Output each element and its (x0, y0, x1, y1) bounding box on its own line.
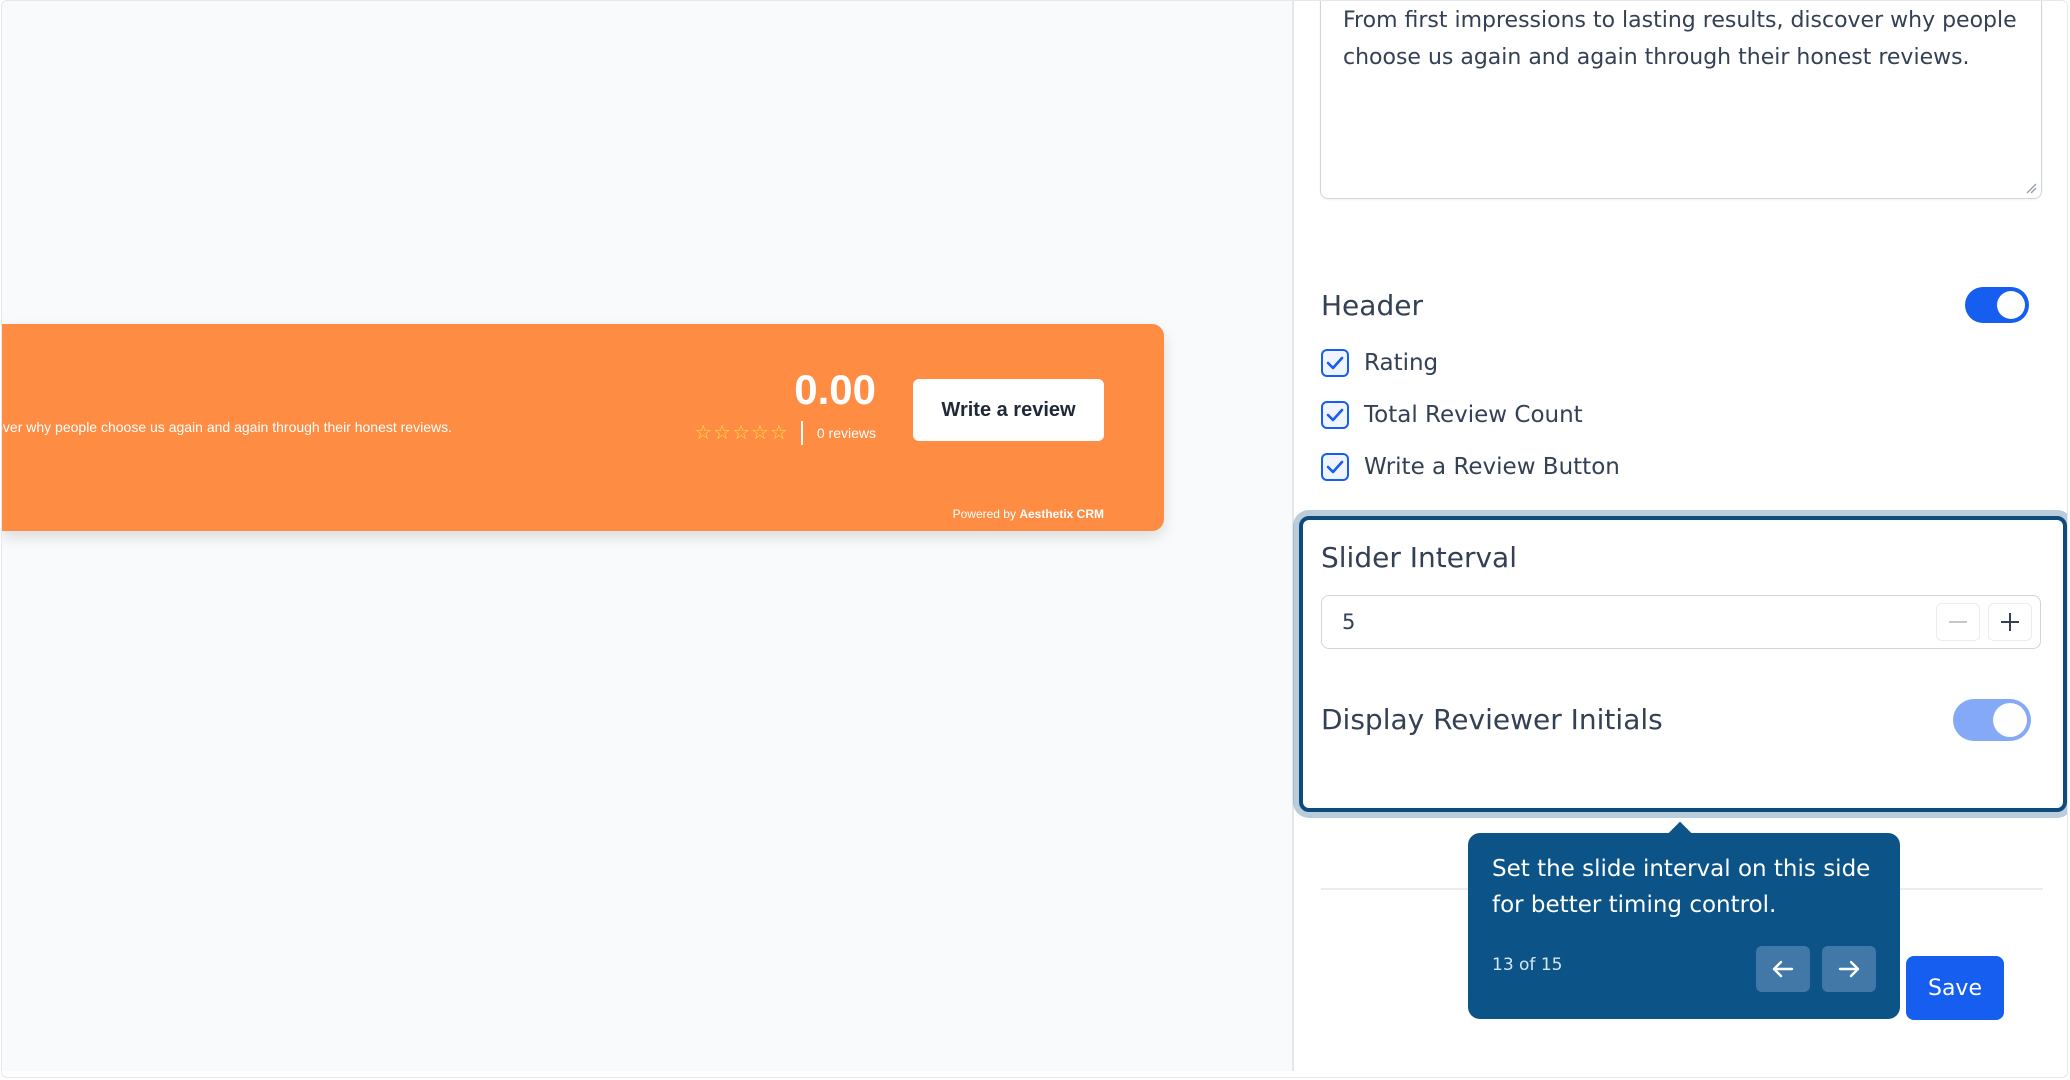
rating-divider (800, 421, 803, 445)
checkbox-box[interactable] (1321, 349, 1349, 377)
tooltip-step-counter: 13 of 15 (1492, 955, 1563, 975)
description-textarea[interactable]: From first impressions to lasting result… (1320, 1, 2042, 199)
check-icon (1326, 408, 1344, 422)
checkbox-label: Total Review Count (1364, 402, 1583, 428)
rating-block: 0.00 ☆☆☆☆☆ 0 reviews (694, 369, 876, 445)
arrow-left-icon (1772, 960, 1794, 978)
rating-value: 0.00 (794, 366, 876, 413)
reviews-count: 0 reviews (816, 425, 876, 441)
tour-tooltip: Set the slide interval on this side for … (1468, 821, 1900, 1019)
plus-icon (2001, 613, 2019, 631)
tour-next-button[interactable] (1822, 946, 1876, 992)
header-section-label: Header (1321, 289, 1423, 322)
slider-interval-label: Slider Interval (1321, 541, 1517, 574)
arrow-right-icon (1838, 960, 1860, 978)
display-initials-label: Display Reviewer Initials (1321, 703, 1663, 736)
tooltip-text: Set the slide interval on this side for … (1492, 856, 1871, 918)
banner-description: From first impressions to lasting result… (2, 419, 452, 435)
toggle-knob (1993, 703, 2027, 737)
checkbox-label: Write a Review Button (1364, 454, 1620, 480)
increment-button[interactable] (1988, 603, 2032, 641)
save-button[interactable]: Save (1906, 956, 2004, 1020)
checkbox-box[interactable] (1321, 401, 1349, 429)
checkbox-box[interactable] (1321, 453, 1349, 481)
slider-interval-input[interactable]: 5 (1321, 595, 2041, 649)
checkbox-label: Rating (1364, 350, 1439, 376)
decrement-button[interactable] (1936, 603, 1980, 641)
tour-prev-button[interactable] (1756, 946, 1810, 992)
minus-icon (1949, 621, 1967, 623)
check-icon (1326, 460, 1344, 474)
toggle-knob (1997, 291, 2025, 319)
checkbox-rating[interactable]: Rating (1321, 349, 1438, 377)
widget-preview: From first impressions to lasting result… (2, 1, 1294, 1071)
powered-brand: Aesthetix CRM (1019, 507, 1104, 521)
write-review-button[interactable]: Write a review (913, 379, 1104, 441)
powered-by: Powered by Aesthetix CRM (952, 507, 1104, 521)
checkbox-write-review-button[interactable]: Write a Review Button (1321, 453, 1620, 481)
header-toggle[interactable] (1965, 287, 2029, 323)
review-header-banner: From first impressions to lasting result… (2, 324, 1164, 531)
resize-grip-icon[interactable] (2025, 182, 2037, 194)
check-icon (1326, 356, 1344, 370)
star-rating-icons: ☆☆☆☆☆ (694, 422, 789, 444)
checkbox-total-review-count[interactable]: Total Review Count (1321, 401, 1583, 429)
app-frame: From first impressions to lasting result… (1, 0, 2068, 1078)
slider-interval-value: 5 (1342, 610, 1356, 634)
display-initials-toggle[interactable] (1953, 699, 2031, 741)
